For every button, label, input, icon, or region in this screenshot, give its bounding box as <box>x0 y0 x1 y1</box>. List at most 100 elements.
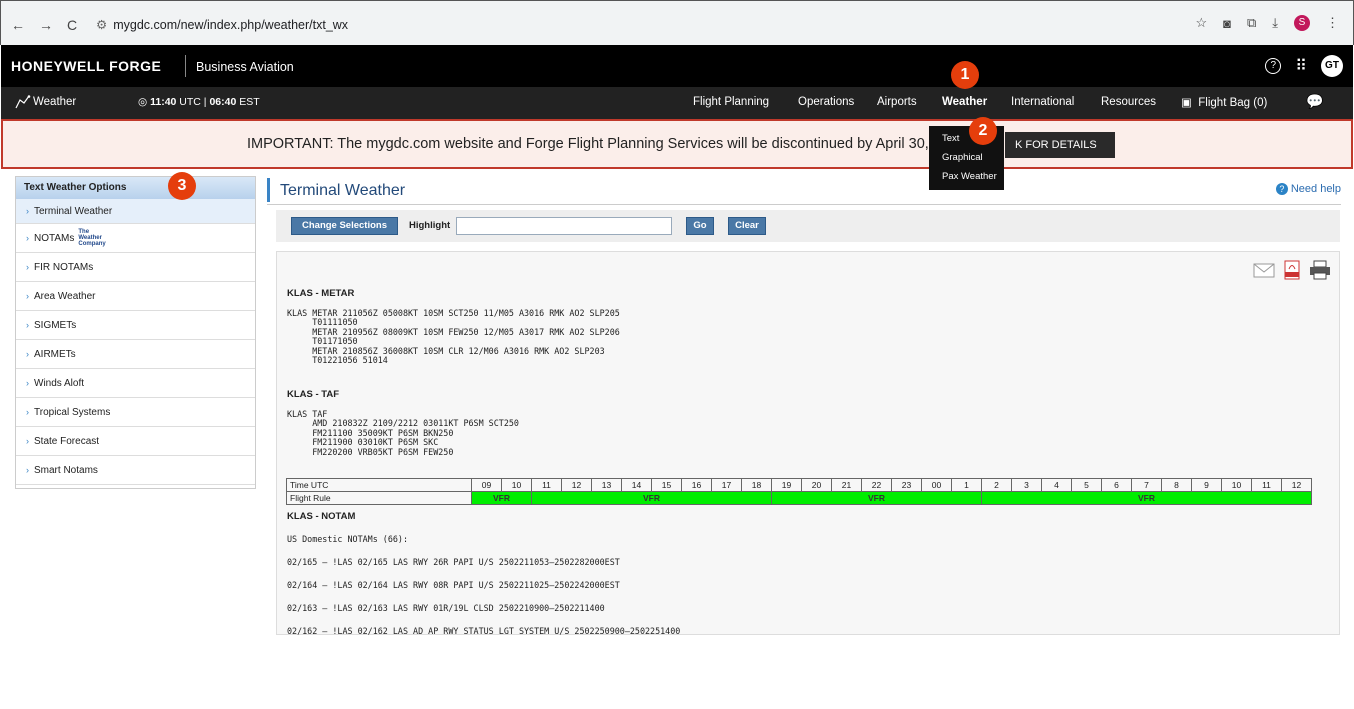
hour-cell: 2 <box>981 478 1012 492</box>
hour-cell: 22 <box>861 478 892 492</box>
nav-international[interactable]: International <box>1011 96 1074 108</box>
chevron-right-icon: › <box>26 320 29 330</box>
print-icon[interactable] <box>1309 260 1331 280</box>
report-content: KLAS - METAR KLAS METAR 211056Z 05008KT … <box>276 251 1340 636</box>
nav-flight-bag[interactable]: ▣ Flight Bag (0) <box>1181 95 1267 109</box>
header-divider <box>185 55 186 77</box>
change-selections-button[interactable]: Change Selections <box>291 217 398 235</box>
sidebar-item-label: NOTAMs <box>34 233 75 244</box>
nav-weather[interactable]: Weather <box>942 96 987 108</box>
header-actions: ? ⠿ GT <box>1265 55 1343 77</box>
flight-rule-label: Flight Rule <box>286 491 472 505</box>
flight-rule-cell: VFR <box>471 491 532 505</box>
profile-avatar[interactable]: S <box>1294 15 1310 31</box>
chevron-right-icon: › <box>26 291 29 301</box>
chat-icon[interactable]: 💬 <box>1306 93 1323 110</box>
nav-resources[interactable]: Resources <box>1101 96 1156 108</box>
more-menu-icon[interactable]: ⋮ <box>1326 15 1339 31</box>
highlight-label: Highlight <box>409 220 451 231</box>
sidebar-item-label: Smart Notams <box>34 465 98 476</box>
flight-rule-cell: VFR <box>531 491 772 505</box>
app-header: HONEYWELL FORGE Business Aviation ? ⠿ GT <box>1 45 1353 87</box>
flight-rule-cell: VFR <box>981 491 1312 505</box>
chevron-right-icon: › <box>26 407 29 417</box>
weather-module-icon <box>15 95 31 112</box>
hour-cell: 23 <box>891 478 922 492</box>
sidebar-item-tropical-systems[interactable]: › Tropical Systems <box>16 398 255 427</box>
notam-item: 02/165 – !LAS 02/165 LAS RWY 26R PAPI U/… <box>287 557 620 567</box>
highlight-input[interactable] <box>456 217 672 235</box>
flight-rule-table: Time UTC 09 10 11 12 13 14 15 16 17 18 19 20 21 22 23 0… <box>286 478 1312 505</box>
step-marker-2: 2 <box>969 117 997 145</box>
bookmark-star-icon[interactable]: ☆ <box>1195 15 1207 31</box>
download-icon[interactable]: ⤓ <box>1272 15 1278 31</box>
hour-cell: 8 <box>1161 478 1192 492</box>
hour-cell: 10 <box>501 478 532 492</box>
sidebar-item-notams[interactable]: › NOTAMsThe Weather Company <box>16 224 255 253</box>
weather-company-logo: The Weather Company <box>78 229 106 248</box>
sidebar-item-label: State Forecast <box>34 436 100 447</box>
forward-icon[interactable]: → <box>39 17 53 33</box>
sidebar-item-label: Area Weather <box>34 291 96 302</box>
hour-cell: 11 <box>531 478 562 492</box>
chevron-right-icon: › <box>26 233 29 243</box>
report-actions <box>1253 260 1331 280</box>
pdf-icon[interactable] <box>1281 260 1303 280</box>
sidebar-item-smart-notams[interactable]: › Smart Notams <box>16 456 255 485</box>
user-avatar[interactable]: GT <box>1321 55 1343 77</box>
notam-count: US Domestic NOTAMs (66): <box>287 534 409 544</box>
sidebar-item-airmets[interactable]: › AIRMETs <box>16 340 255 369</box>
hour-cell: 3 <box>1011 478 1042 492</box>
nav-flight-planning[interactable]: Flight Planning <box>693 96 769 108</box>
address-bar[interactable]: ⚙ mygdc.com/new/index.php/weather/txt_wx <box>96 17 348 32</box>
sidebar-item-state-forecast[interactable]: › State Forecast <box>16 427 255 456</box>
hour-cell: 5 <box>1071 478 1102 492</box>
step-marker-3: 3 <box>168 172 196 200</box>
sidebar-item-label: Terminal Weather <box>34 206 113 217</box>
sidebar-item-sigmets[interactable]: › SIGMETs <box>16 311 255 340</box>
chevron-right-icon: › <box>26 465 29 475</box>
sidebar-item-fir-notams[interactable]: › FIR NOTAMs <box>16 253 255 282</box>
notam-title: KLAS - NOTAM <box>287 511 356 522</box>
time-utc-row: Time UTC 09 10 11 12 13 14 15 16 17 18 19 20 21 22 23 0… <box>286 478 1312 492</box>
clear-button[interactable]: Clear <box>728 217 766 235</box>
module-title[interactable]: Weather <box>33 96 76 108</box>
main-nav: Weather ◎ 11:40 UTC | 06:40 EST Flight P… <box>1 87 1353 119</box>
nav-operations[interactable]: Operations <box>798 96 854 108</box>
hour-cell: 21 <box>831 478 862 492</box>
details-button[interactable]: K FOR DETAILS <box>1005 132 1115 158</box>
apps-grid-icon[interactable]: ⠿ <box>1295 56 1307 76</box>
url-text: mygdc.com/new/index.php/weather/txt_wx <box>113 18 349 32</box>
hour-cell: 11 <box>1251 478 1282 492</box>
need-help-link[interactable]: ? Need help <box>1275 183 1341 195</box>
hour-cell: 4 <box>1041 478 1072 492</box>
nav-airports[interactable]: Airports <box>877 96 917 108</box>
sidebar-item-terminal-weather[interactable]: › Terminal Weather <box>16 199 255 224</box>
brand-logo[interactable]: HONEYWELL FORGE <box>11 58 161 74</box>
menu-item-graphical[interactable]: Graphical <box>929 148 1004 167</box>
camera-icon[interactable]: ◙ <box>1223 16 1231 31</box>
step-marker-1: 1 <box>951 61 979 89</box>
extensions-icon[interactable]: ⧉ <box>1247 15 1256 31</box>
time-utc-label: Time UTC <box>286 478 472 492</box>
site-settings-icon[interactable]: ⚙ <box>96 18 107 32</box>
chevron-right-icon: › <box>26 262 29 272</box>
sidebar-item-winds-aloft[interactable]: › Winds Aloft <box>16 369 255 398</box>
email-icon[interactable] <box>1253 260 1275 280</box>
help-icon[interactable]: ? <box>1265 58 1282 74</box>
selection-toolbar: Change Selections Highlight Go Clear <box>276 210 1340 242</box>
help-icon: ? <box>1275 183 1288 195</box>
reload-icon[interactable]: C <box>67 17 77 33</box>
hour-cell: 6 <box>1101 478 1132 492</box>
sidebar-item-label: Tropical Systems <box>34 407 111 418</box>
menu-item-pax-weather[interactable]: Pax Weather <box>929 167 1004 186</box>
sidebar-item-area-weather[interactable]: › Area Weather <box>16 282 255 311</box>
chevron-right-icon: › <box>26 378 29 388</box>
product-name: Business Aviation <box>196 60 294 74</box>
hour-cell: 13 <box>591 478 622 492</box>
est-label: EST <box>239 96 260 108</box>
back-icon[interactable]: ← <box>11 17 25 33</box>
go-button[interactable]: Go <box>686 217 714 235</box>
hour-cell: 9 <box>1191 478 1222 492</box>
hour-cell: 09 <box>471 478 502 492</box>
